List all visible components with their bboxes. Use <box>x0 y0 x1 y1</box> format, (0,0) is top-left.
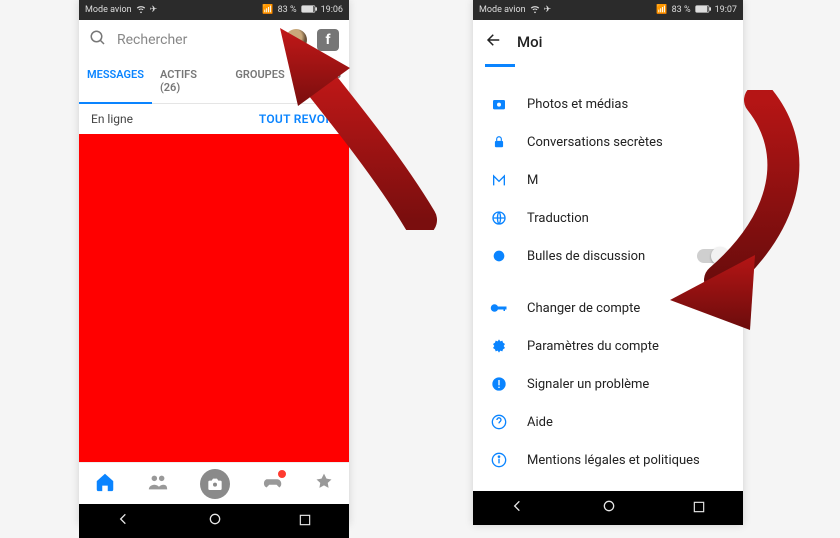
nav-home-icon[interactable] <box>601 498 617 518</box>
clock: 19:07 <box>715 5 737 15</box>
key-icon <box>489 302 509 314</box>
settings-title: Moi <box>517 33 542 51</box>
gear-icon <box>489 338 509 354</box>
airplane-icon: ✈ <box>544 5 552 15</box>
profile-avatar[interactable] <box>285 29 307 51</box>
flight-mode-label: Mode avion <box>479 5 526 15</box>
row-switch-account[interactable]: Changer de compte ▶ <box>473 289 743 327</box>
bubbles-toggle[interactable] <box>697 249 727 263</box>
redacted-content <box>79 134 349 462</box>
bottom-toolbar <box>79 462 349 504</box>
search-icon[interactable] <box>89 29 107 51</box>
row-help[interactable]: Aide <box>473 403 743 441</box>
nav-recent-icon[interactable] <box>692 499 706 518</box>
signal-icon: 📶 <box>262 5 273 15</box>
messenger-settings-screen: Mode avion ✈ 📶 83 % 19:07 Moi Photos et … <box>473 0 743 525</box>
alert-icon <box>489 376 509 392</box>
status-bar: Mode avion ✈ 📶 83 % 19:06 <box>79 0 349 20</box>
row-report-problem[interactable]: Signaler un problème <box>473 365 743 403</box>
lock-icon <box>489 134 509 150</box>
row-label: Mentions légales et politiques <box>527 453 727 468</box>
online-label: En ligne <box>91 112 133 126</box>
row-label: Bulles de discussion <box>527 249 679 264</box>
tab-messages[interactable]: MESSAGES <box>79 60 152 104</box>
nav-recent-icon[interactable] <box>298 512 312 531</box>
messenger-home-screen: Mode avion ✈ 📶 83 % 19:06 Rechercher f M… <box>79 0 349 525</box>
people-icon[interactable] <box>147 471 169 497</box>
clock: 19:06 <box>321 5 343 15</box>
notification-badge <box>277 469 287 479</box>
info-icon <box>489 452 509 468</box>
airplane-icon: ✈ <box>150 5 158 15</box>
android-nav-bar <box>79 504 349 538</box>
facebook-icon[interactable]: f <box>317 29 339 51</box>
discover-icon[interactable] <box>314 472 334 496</box>
nav-back-icon[interactable] <box>116 511 132 531</box>
back-icon[interactable] <box>485 31 503 53</box>
battery-pct: 83 % <box>278 5 297 15</box>
nav-back-icon[interactable] <box>510 498 526 518</box>
row-m-assistant[interactable]: M <box>473 161 743 199</box>
settings-list: Photos et médias Conversations secrètes … <box>473 67 743 479</box>
chat-bubble-icon <box>489 248 509 264</box>
status-bar: Mode avion ✈ 📶 83 % 19:07 <box>473 0 743 20</box>
wifi-icon <box>136 4 146 17</box>
android-nav-bar <box>473 491 743 525</box>
battery-icon <box>695 5 711 16</box>
wifi-icon <box>530 4 540 17</box>
help-icon <box>489 414 509 430</box>
search-input[interactable]: Rechercher <box>117 32 275 48</box>
row-legal[interactable]: Mentions légales et politiques <box>473 441 743 479</box>
replay-all-button[interactable]: TOUT REVOIR <box>259 112 337 126</box>
row-photos-medias[interactable]: Photos et médias <box>473 85 743 123</box>
row-label: Paramètres du compte <box>527 339 727 354</box>
row-label: Photos et médias <box>527 97 727 112</box>
signal-icon: 📶 <box>656 5 667 15</box>
row-label: Traduction <box>527 211 727 226</box>
globe-icon <box>489 210 509 226</box>
flight-mode-label: Mode avion <box>85 5 132 15</box>
row-label: Changer de compte <box>527 301 698 316</box>
home-icon[interactable] <box>94 471 116 497</box>
m-icon <box>489 172 509 188</box>
online-row: En ligne TOUT REVOIR <box>79 104 349 134</box>
row-label: Aide <box>527 415 727 430</box>
camera-icon <box>489 96 509 112</box>
row-label: Signaler un problème <box>527 377 727 392</box>
row-account-settings[interactable]: Paramètres du compte <box>473 327 743 365</box>
row-chat-bubbles[interactable]: Bulles de discussion <box>473 237 743 275</box>
battery-icon <box>301 5 317 16</box>
row-label: Conversations secrètes <box>527 135 727 150</box>
settings-header: Moi <box>473 20 743 64</box>
row-secret-conversations[interactable]: Conversations secrètes <box>473 123 743 161</box>
row-label: M <box>527 173 727 188</box>
row-traduction[interactable]: Traduction <box>473 199 743 237</box>
nav-home-icon[interactable] <box>207 511 223 531</box>
chevron-right-icon: ▶ <box>716 300 727 316</box>
games-icon[interactable] <box>261 471 283 497</box>
top-tabs: MESSAGES ACTIFS (26) GROUPES APPELS <box>79 60 349 104</box>
battery-pct: 83 % <box>672 5 691 15</box>
tab-appels[interactable]: APPELS <box>293 60 349 103</box>
camera-button[interactable] <box>200 469 230 499</box>
search-row: Rechercher f <box>79 20 349 60</box>
tab-actifs[interactable]: ACTIFS (26) <box>152 60 227 103</box>
tab-groupes[interactable]: GROUPES <box>227 60 292 103</box>
